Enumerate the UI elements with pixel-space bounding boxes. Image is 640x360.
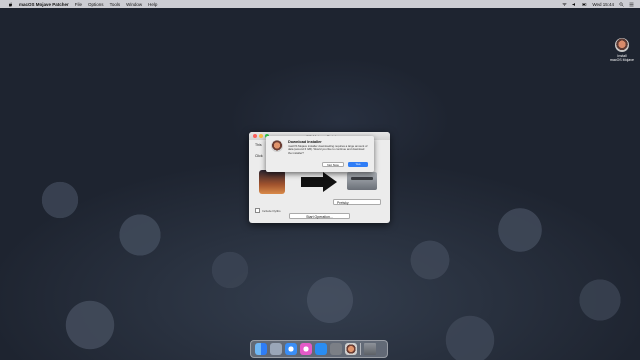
system-preferences-icon[interactable] bbox=[330, 343, 342, 355]
app-menu[interactable]: macOS Mojave Patcher bbox=[19, 2, 69, 7]
install-flow-graphic bbox=[255, 170, 385, 194]
dock bbox=[250, 340, 388, 358]
download-installer-dialog: Download Installer macOS Mojave installe… bbox=[266, 136, 374, 172]
desktop-icon-label-2: macOS Mojave bbox=[610, 58, 634, 62]
menu-options[interactable]: Options bbox=[88, 2, 104, 7]
app-store-icon[interactable] bbox=[315, 343, 327, 355]
arrow-right-icon bbox=[301, 172, 337, 192]
mojave-app-icon bbox=[259, 170, 285, 194]
mojave-installer-icon[interactable] bbox=[345, 343, 357, 355]
menu-file[interactable]: File bbox=[75, 2, 82, 7]
status-area: Wed 15:44 bbox=[562, 2, 634, 7]
dylibs-option[interactable]: Include Dylibs bbox=[255, 208, 281, 213]
desktop-installer-icon[interactable]: Install macOS Mojave bbox=[606, 38, 638, 62]
trash-icon[interactable] bbox=[364, 343, 376, 355]
launchpad-icon[interactable] bbox=[270, 343, 282, 355]
menu-tools[interactable]: Tools bbox=[110, 2, 121, 7]
installer-disk-icon bbox=[615, 38, 629, 52]
itunes-icon[interactable] bbox=[300, 343, 312, 355]
window-text-1: This bbox=[255, 143, 262, 147]
spotlight-icon[interactable] bbox=[619, 2, 624, 7]
apple-menu-icon[interactable] bbox=[8, 2, 13, 7]
menu-bar: macOS Mojave Patcher File Options Tools … bbox=[0, 0, 640, 8]
start-operation-button[interactable]: Start Operation... bbox=[289, 213, 350, 219]
mojave-installer-icon bbox=[271, 140, 283, 152]
dylibs-checkbox[interactable] bbox=[255, 208, 260, 213]
clock[interactable]: Wed 15:44 bbox=[592, 2, 614, 7]
dylibs-label: Include Dylibs bbox=[262, 208, 281, 213]
dock-divider bbox=[360, 343, 361, 355]
volume-select[interactable]: Pretsky bbox=[333, 199, 381, 205]
wifi-icon[interactable] bbox=[562, 2, 567, 7]
not-now-button[interactable]: Not Now bbox=[322, 162, 344, 167]
external-drive-icon bbox=[347, 172, 377, 190]
menu-help[interactable]: Help bbox=[148, 2, 157, 7]
volume-icon[interactable] bbox=[572, 2, 577, 7]
finder-icon[interactable] bbox=[255, 343, 267, 355]
safari-icon[interactable] bbox=[285, 343, 297, 355]
dialog-message: macOS Mojave installer downloading requi… bbox=[288, 144, 368, 155]
notification-center-icon[interactable] bbox=[629, 2, 634, 7]
menu-window[interactable]: Window bbox=[126, 2, 142, 7]
window-text-2: Click bbox=[255, 154, 263, 158]
yes-button[interactable]: Yes bbox=[348, 162, 368, 167]
battery-icon[interactable] bbox=[582, 2, 587, 7]
